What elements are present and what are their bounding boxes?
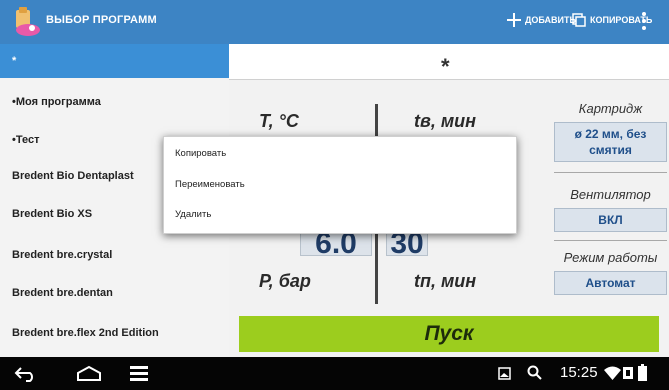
app-logo-icon <box>12 6 42 38</box>
divider <box>554 240 667 241</box>
wifi-icon <box>604 366 621 380</box>
program-item[interactable]: Bredent bre.dentan <box>0 287 229 299</box>
home-icon[interactable] <box>76 365 102 382</box>
start-button[interactable]: Пуск <box>239 316 659 352</box>
program-header: * <box>229 44 669 80</box>
program-name: * <box>441 54 450 79</box>
press-time-label: tп, мин <box>414 271 477 291</box>
search-icon[interactable] <box>527 365 542 380</box>
fan-toggle[interactable]: ВКЛ <box>554 208 667 232</box>
menu-item-rename[interactable]: Переименовать <box>175 179 245 190</box>
program-item[interactable]: Bredent bre.flex 2nd Edition <box>0 327 229 339</box>
overflow-menu-icon[interactable] <box>641 12 647 32</box>
program-item-selected[interactable]: * <box>0 44 229 78</box>
menu-item-copy[interactable]: Копировать <box>175 148 226 159</box>
add-label: ДОБАВИТЬ <box>525 15 576 25</box>
divider <box>554 172 667 173</box>
notification-icon <box>623 367 633 379</box>
program-item[interactable]: Bredent bre.crystal <box>0 249 229 261</box>
add-button[interactable]: ДОБАВИТЬ <box>507 13 576 27</box>
back-icon[interactable] <box>14 365 38 382</box>
mode-select[interactable]: Автомат <box>554 271 667 295</box>
heating-time-label: tв, мин <box>414 111 477 131</box>
pressure-label: P, бар <box>259 271 311 291</box>
cartridge-value[interactable]: ø 22 мм, без смятия <box>554 122 667 162</box>
plus-icon <box>507 13 521 27</box>
gallery-icon <box>498 367 511 380</box>
mode-label: Режим работы <box>563 250 658 265</box>
menu-item-delete[interactable]: Удалить <box>175 209 211 220</box>
program-item[interactable]: •Моя программа <box>0 96 229 108</box>
system-nav-bar: 15:25 <box>0 357 669 390</box>
cartridge-group: Картридж ø 22 мм, без смятия <box>554 101 667 162</box>
context-menu: Копировать Переименовать Удалить <box>163 136 517 234</box>
mode-group: Режим работы Автомат <box>554 250 667 295</box>
fan-group: Вентилятор ВКЛ <box>554 187 667 232</box>
temperature-label: T, °C <box>259 111 299 131</box>
battery-icon <box>638 364 647 381</box>
recent-apps-icon[interactable] <box>128 365 150 382</box>
status-clock: 15:25 <box>560 364 598 381</box>
cartridge-label: Картридж <box>578 101 643 116</box>
fan-label: Вентилятор <box>570 187 651 202</box>
action-bar: ВЫБОР ПРОГРАММ ДОБАВИТЬ КОПИРОВАТЬ <box>0 0 669 44</box>
app-title: ВЫБОР ПРОГРАММ <box>46 14 157 26</box>
copy-icon <box>572 13 586 27</box>
